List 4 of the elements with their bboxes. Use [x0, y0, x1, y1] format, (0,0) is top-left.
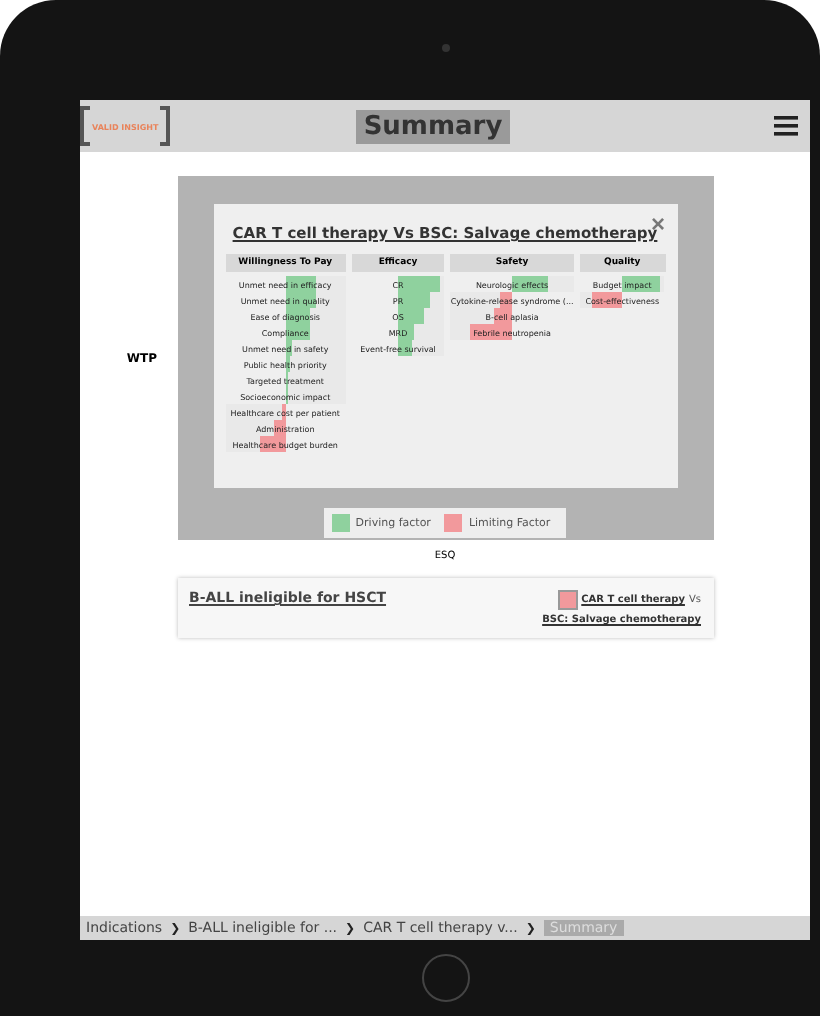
page-title: Summary	[355, 109, 511, 143]
bracket-icon	[80, 106, 90, 146]
bracket-icon	[160, 106, 171, 146]
menu-icon[interactable]	[774, 116, 798, 136]
